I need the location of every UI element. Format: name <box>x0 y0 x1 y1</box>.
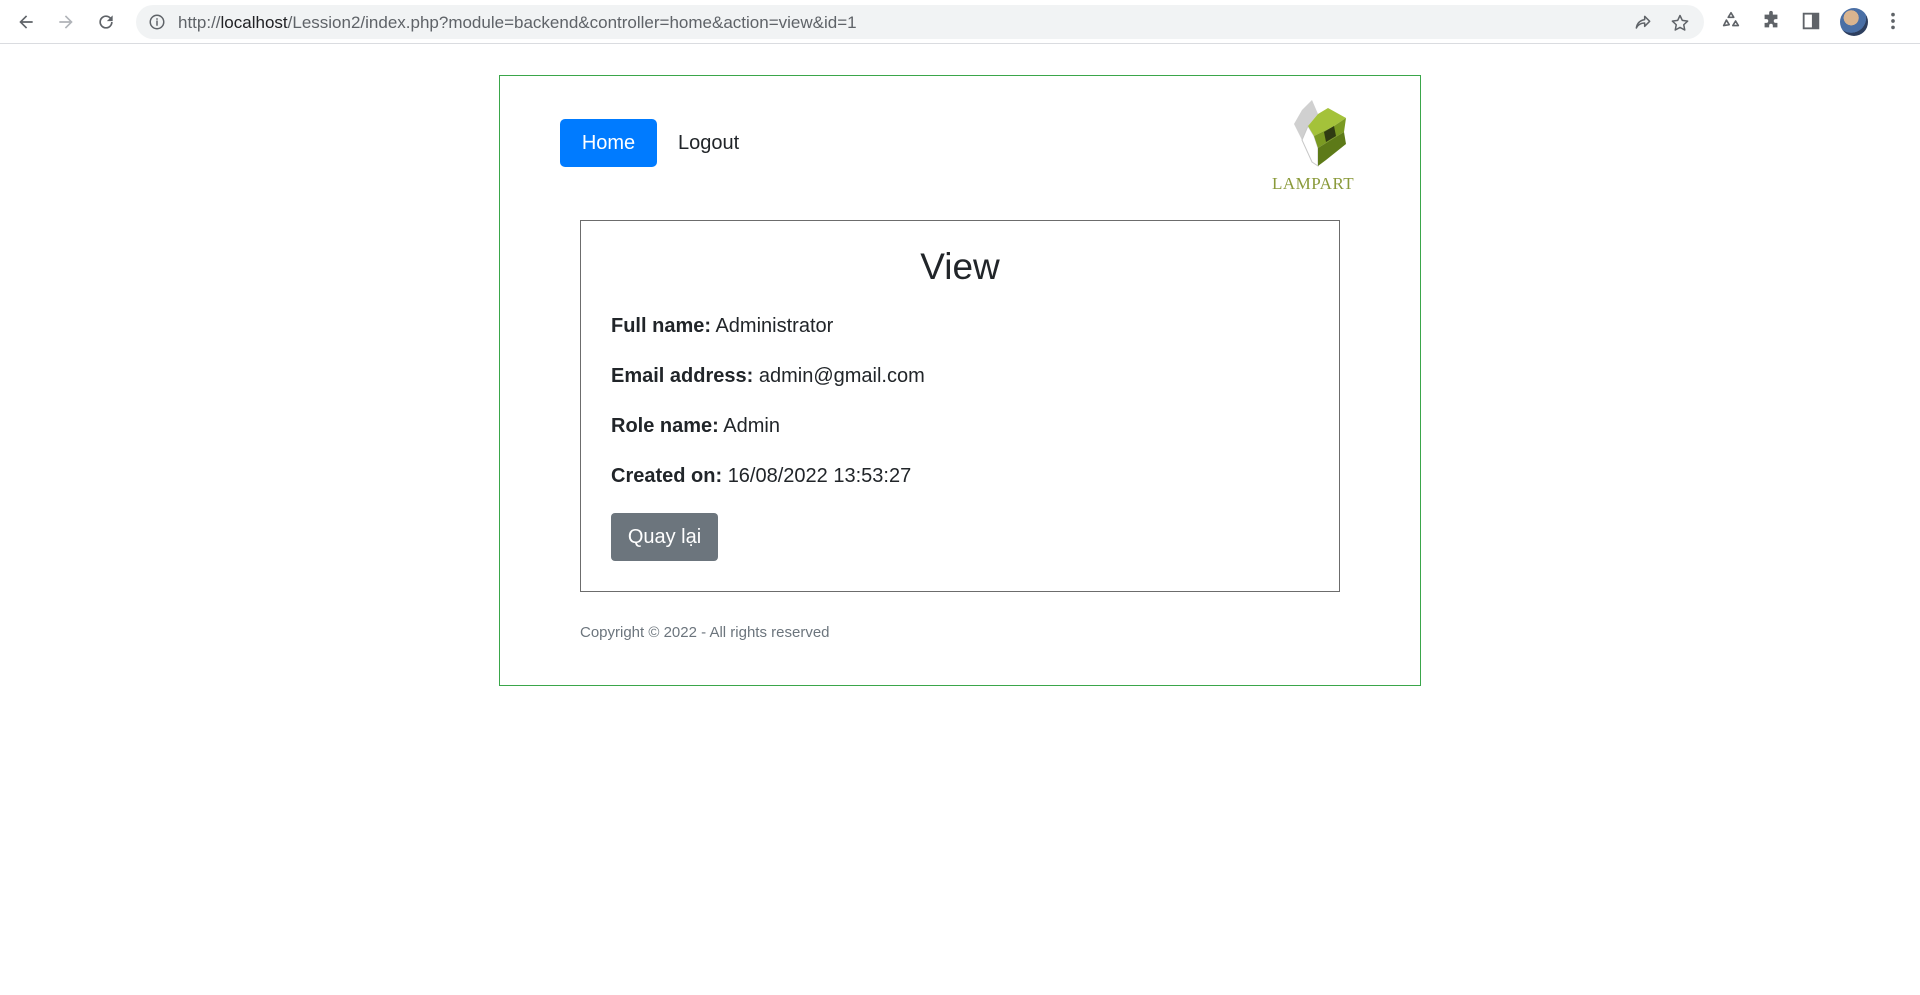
field-role-name: Role name: Admin <box>611 415 780 438</box>
field-label: Created on: <box>611 465 723 487</box>
recycle-icon[interactable] <box>1720 10 1742 32</box>
page-title: View <box>920 246 1000 287</box>
side-panel-icon[interactable] <box>1800 10 1822 32</box>
browser-toolbar: http://localhost/Lession2/index.php?modu… <box>0 0 1920 44</box>
field-label: Full name: <box>611 315 712 337</box>
share-icon[interactable] <box>1633 13 1653 33</box>
address-bar[interactable]: http://localhost/Lession2/index.php?modu… <box>136 5 1704 39</box>
back-button[interactable]: Quay lại <box>611 513 718 561</box>
field-value: 16/08/2022 13:53:27 <box>727 465 912 487</box>
more-vert-icon[interactable] <box>1882 10 1904 32</box>
forward-arrow-icon[interactable] <box>52 8 80 36</box>
field-value: Admin <box>723 415 780 437</box>
field-label: Role name: <box>611 415 719 437</box>
star-icon[interactable] <box>1670 13 1690 33</box>
footer-copyright: Copyright © 2022 - All rights reserved <box>580 624 830 641</box>
field-value: admin@gmail.com <box>758 365 925 387</box>
field-value: Administrator <box>715 315 834 337</box>
url-text[interactable]: http://localhost/Lession2/index.php?modu… <box>178 13 857 33</box>
back-arrow-icon[interactable] <box>12 8 40 36</box>
field-full-name: Full name: Administrator <box>611 315 833 338</box>
home-button[interactable]: Home <box>560 119 657 167</box>
logout-link[interactable]: Logout <box>668 119 749 167</box>
field-created-on: Created on: 16/08/2022 13:53:27 <box>611 465 911 488</box>
field-email: Email address: admin@gmail.com <box>611 365 925 388</box>
reload-icon[interactable] <box>92 8 120 36</box>
logo-text: LAMPART <box>1272 174 1355 193</box>
avatar[interactable] <box>1840 8 1868 36</box>
puzzle-icon[interactable] <box>1760 10 1782 32</box>
field-label: Email address: <box>611 365 754 387</box>
info-icon[interactable] <box>148 13 166 31</box>
